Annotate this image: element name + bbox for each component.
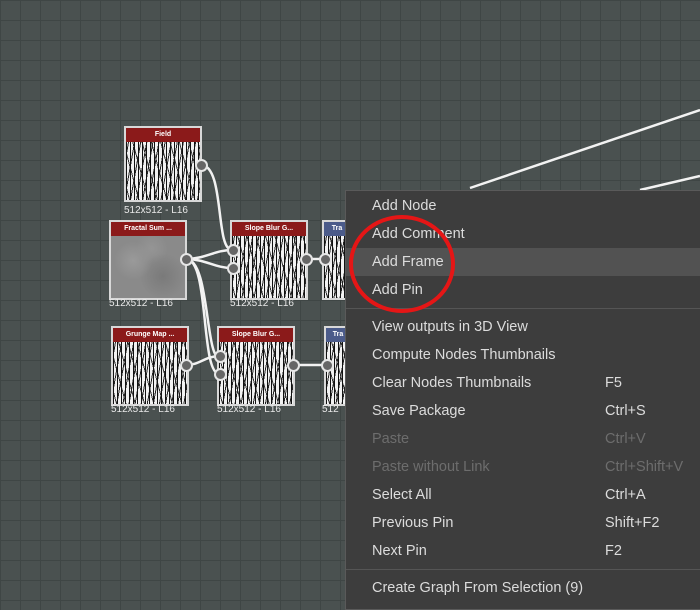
menu-item-next-pin[interactable]: Next Pin F2 bbox=[346, 537, 700, 565]
menu-item-label: Clear Nodes Thumbnails bbox=[372, 375, 532, 391]
node-fractal-sum[interactable]: Fractal Sum ... bbox=[109, 220, 187, 300]
node-size-label: 512x512 - L16 bbox=[124, 205, 188, 216]
output-port[interactable] bbox=[287, 359, 300, 372]
wire bbox=[200, 163, 233, 252]
menu-item-label: Paste bbox=[372, 431, 410, 447]
menu-item-paste[interactable]: Paste Ctrl+V bbox=[346, 425, 700, 453]
menu-item-view-3d[interactable]: View outputs in 3D View bbox=[346, 313, 700, 341]
node-thumbnail bbox=[111, 342, 189, 406]
node-title: Grunge Map ... bbox=[111, 326, 189, 342]
annotation-circle bbox=[349, 215, 455, 313]
input-port[interactable] bbox=[214, 368, 227, 381]
output-port[interactable] bbox=[180, 253, 193, 266]
node-size-label: 512x512 - L16 bbox=[230, 298, 294, 309]
menu-item-shortcut: Ctrl+A bbox=[605, 487, 646, 503]
node-title: Slope Blur G... bbox=[230, 220, 308, 236]
node-size-label: 512x512 - L16 bbox=[217, 404, 281, 415]
node-grunge-map[interactable]: Grunge Map ... bbox=[111, 326, 189, 406]
wire bbox=[639, 174, 700, 192]
menu-item-paste-without-link[interactable]: Paste without Link Ctrl+Shift+V bbox=[346, 453, 700, 481]
menu-item-shortcut: Ctrl+Shift+V bbox=[605, 459, 684, 475]
output-port[interactable] bbox=[195, 159, 208, 172]
node-field[interactable]: Field bbox=[124, 126, 202, 202]
menu-item-save-package[interactable]: Save Package Ctrl+S bbox=[346, 397, 700, 425]
menu-separator bbox=[346, 569, 700, 570]
node-title: Field bbox=[124, 126, 202, 142]
menu-item-shortcut: Ctrl+V bbox=[605, 431, 646, 447]
menu-item-shortcut: Shift+F2 bbox=[605, 515, 660, 531]
node-title: Fractal Sum ... bbox=[109, 220, 187, 236]
menu-item-previous-pin[interactable]: Previous Pin Shift+F2 bbox=[346, 509, 700, 537]
input-port[interactable] bbox=[227, 262, 240, 275]
menu-item-label: Compute Nodes Thumbnails bbox=[372, 347, 556, 363]
node-slope-blur-2[interactable]: Slope Blur G... bbox=[217, 326, 295, 406]
menu-item-label: Create Graph From Selection (9) bbox=[372, 580, 584, 596]
input-port[interactable] bbox=[321, 359, 334, 372]
menu-item-shortcut: F2 bbox=[605, 543, 622, 559]
menu-item-shortcut: Ctrl+S bbox=[605, 403, 646, 419]
menu-item-clear-thumbnails[interactable]: Clear Nodes Thumbnails F5 bbox=[346, 369, 700, 397]
menu-item-label: Previous Pin bbox=[372, 515, 454, 531]
node-thumbnail bbox=[109, 236, 187, 300]
node-title: Slope Blur G... bbox=[217, 326, 295, 342]
node-size-label: 512x512 - L16 bbox=[109, 298, 173, 309]
node-size-label: 512 bbox=[322, 404, 339, 415]
menu-item-select-all[interactable]: Select All Ctrl+A bbox=[346, 481, 700, 509]
input-port[interactable] bbox=[214, 350, 227, 363]
output-port[interactable] bbox=[300, 253, 313, 266]
wire bbox=[469, 108, 700, 190]
menu-item-label: Select All bbox=[372, 487, 432, 503]
node-thumbnail bbox=[124, 142, 202, 202]
node-slope-blur-1[interactable]: Slope Blur G... bbox=[230, 220, 308, 300]
menu-item-label: Paste without Link bbox=[372, 459, 490, 475]
input-port[interactable] bbox=[319, 253, 332, 266]
node-size-label: 512x512 - L16 bbox=[111, 404, 175, 415]
menu-item-label: View outputs in 3D View bbox=[372, 319, 528, 335]
menu-item-shortcut: F5 bbox=[605, 375, 622, 391]
menu-item-label: Next Pin bbox=[372, 543, 427, 559]
menu-item-compute-thumbnails[interactable]: Compute Nodes Thumbnails bbox=[346, 341, 700, 369]
menu-item-create-graph-from-selection[interactable]: Create Graph From Selection (9) bbox=[346, 574, 700, 602]
output-port[interactable] bbox=[180, 359, 193, 372]
menu-item-label: Save Package bbox=[372, 403, 466, 419]
node-thumbnail bbox=[217, 342, 295, 406]
node-thumbnail bbox=[230, 236, 308, 300]
input-port[interactable] bbox=[227, 244, 240, 257]
